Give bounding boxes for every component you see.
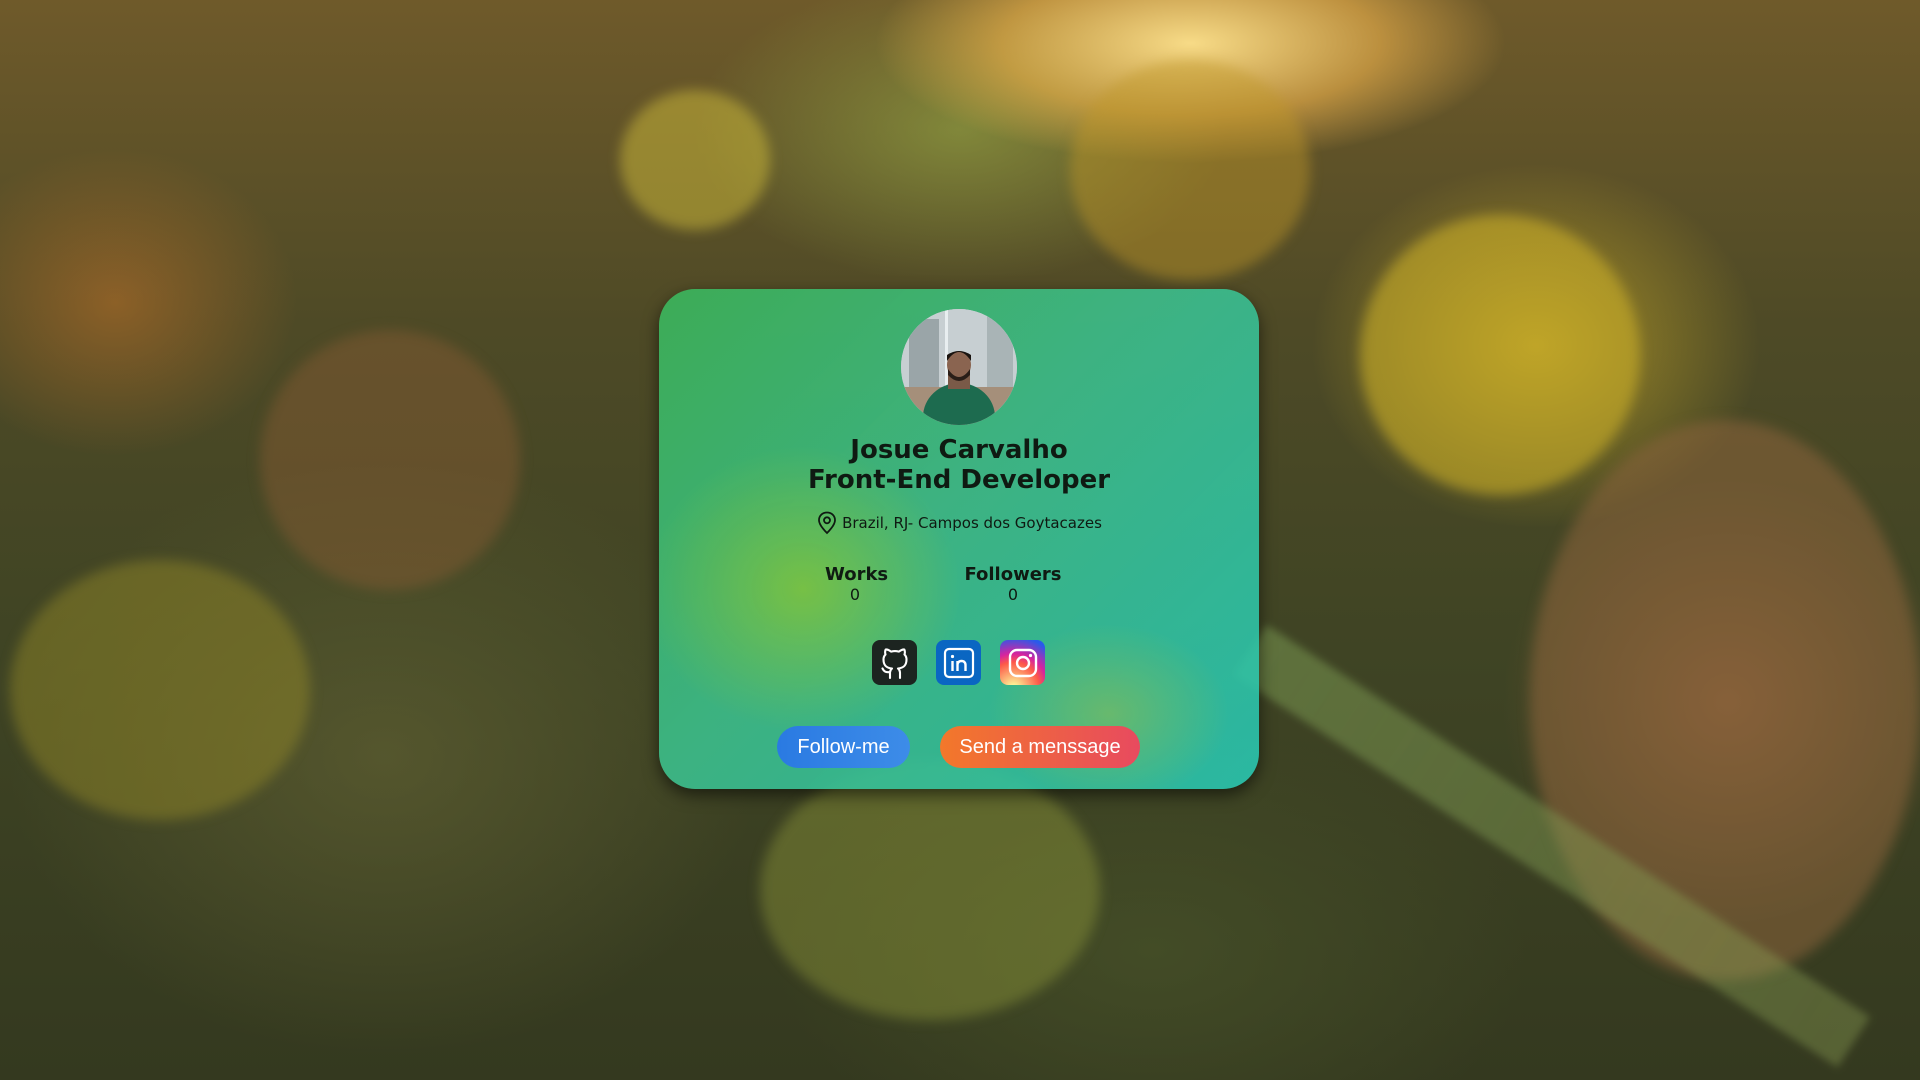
location-text: Brazil, RJ- Campos dos Goytacazes (842, 514, 1102, 532)
profile-name: Josue Carvalho (850, 435, 1068, 465)
background-tree (1070, 60, 1310, 280)
background-tree (760, 760, 1100, 1020)
background-tree (1360, 215, 1640, 495)
background-tree (260, 330, 520, 590)
social-links (872, 640, 1045, 685)
stat-value: 0 (849, 585, 861, 604)
stat-label: Works (825, 564, 889, 585)
linkedin-icon (943, 647, 974, 678)
background-tree (10, 560, 310, 820)
linkedin-link[interactable] (936, 640, 981, 685)
profile-role: Front-End Developer (807, 465, 1111, 495)
follow-button[interactable]: Follow-me (777, 726, 910, 768)
instagram-icon (1008, 648, 1037, 677)
avatar (901, 309, 1017, 425)
stat-value: 0 (1007, 585, 1019, 604)
profile-card: Josue Carvalho Front-End Developer Brazi… (659, 289, 1259, 789)
send-message-button[interactable]: Send a menssage (940, 726, 1140, 768)
map-pin-icon (816, 511, 838, 535)
avatar-photo (901, 309, 1017, 425)
stat-works: Works 0 (825, 564, 889, 604)
stat-label: Followers (964, 564, 1062, 585)
github-link[interactable] (872, 640, 917, 685)
background-tree (620, 90, 770, 230)
location: Brazil, RJ- Campos dos Goytacazes (659, 511, 1259, 535)
github-icon (880, 647, 908, 679)
instagram-link[interactable] (1000, 640, 1045, 685)
stat-followers: Followers 0 (963, 564, 1063, 604)
